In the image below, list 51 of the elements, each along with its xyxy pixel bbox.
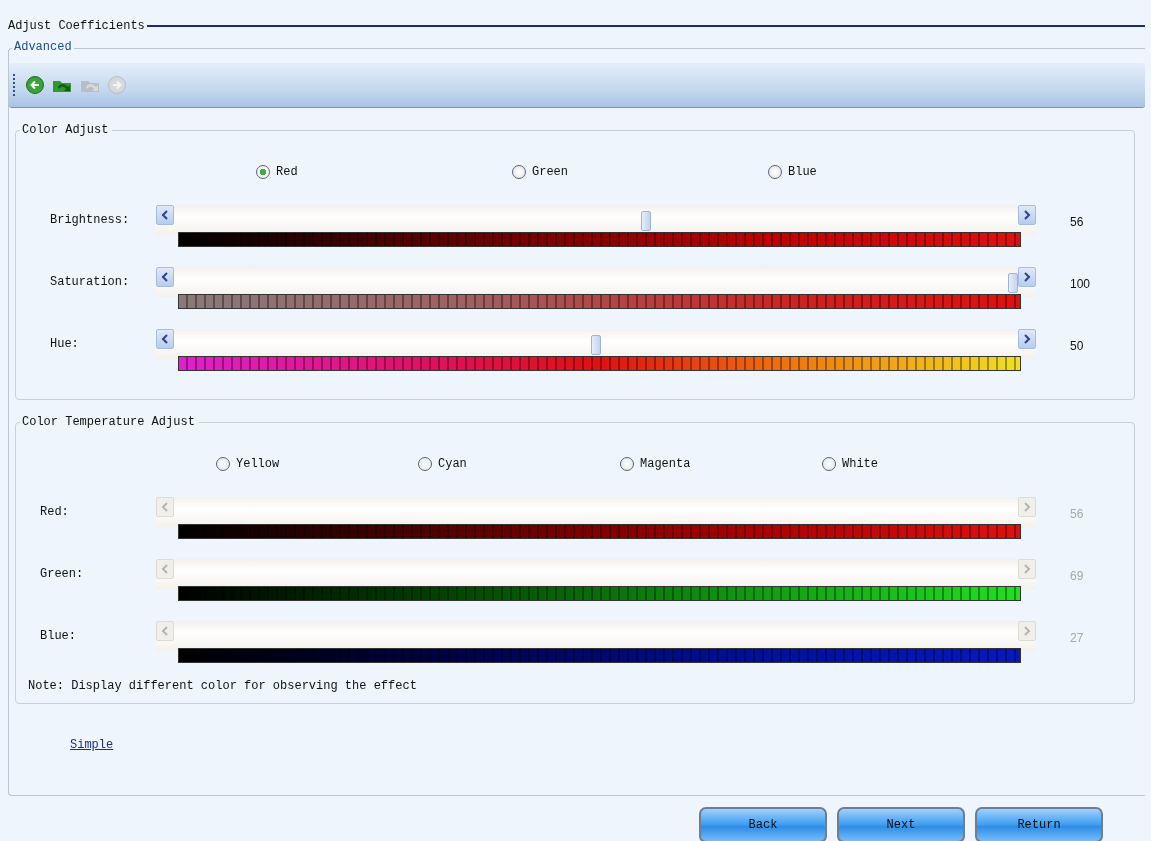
- radio-option[interactable]: White: [822, 457, 1024, 471]
- slider-label: Blue:: [39, 628, 77, 643]
- slider-value: 100: [1069, 276, 1092, 291]
- chevron-right-icon: [1023, 564, 1031, 574]
- slider[interactable]: [156, 205, 1036, 235]
- scroll-right-button[interactable]: [1018, 267, 1036, 287]
- slider-value: 27: [1069, 630, 1085, 645]
- scroll-left-button[interactable]: [156, 329, 174, 349]
- slider-label: Brightness:: [49, 212, 131, 227]
- chevron-left-icon: [161, 502, 169, 512]
- scroll-left-button[interactable]: [156, 267, 174, 287]
- slider-value: 56: [1069, 214, 1085, 229]
- chevron-left-icon: [161, 334, 169, 344]
- nav-button[interactable]: Return: [975, 807, 1103, 841]
- page-title: Adjust Coefficients: [8, 19, 145, 33]
- slider-value: 69: [1069, 568, 1085, 583]
- slider-label: Red:: [39, 504, 70, 519]
- note-text: Note: Display different color for observing the effect: [27, 679, 418, 695]
- nav-button[interactable]: Back: [699, 807, 827, 841]
- chevron-left-icon: [161, 564, 169, 574]
- simple-link[interactable]: Simple: [70, 738, 114, 752]
- chevron-left-icon: [161, 210, 169, 220]
- chevron-right-icon: [1023, 210, 1031, 220]
- radio-option[interactable]: Yellow: [216, 457, 418, 471]
- scroll-right-button[interactable]: [1018, 205, 1036, 225]
- slider-thumb[interactable]: [591, 335, 601, 355]
- group-title: Color Temperature Adjust: [20, 415, 199, 429]
- scroll-right-button[interactable]: [1018, 329, 1036, 349]
- group-title: Color Adjust: [20, 123, 113, 137]
- slider-value: 56: [1069, 506, 1085, 521]
- radio-option[interactable]: Cyan: [418, 457, 620, 471]
- slider[interactable]: [156, 267, 1036, 297]
- chevron-right-icon: [1023, 502, 1031, 512]
- slider[interactable]: [156, 329, 1036, 359]
- nav-button[interactable]: Next: [837, 807, 965, 841]
- radio-option[interactable]: Magenta: [620, 457, 822, 471]
- slider-label: Saturation:: [49, 274, 131, 289]
- chevron-right-icon: [1023, 334, 1031, 344]
- chevron-left-icon: [161, 626, 169, 636]
- scroll-left-button[interactable]: [156, 205, 174, 225]
- slider-thumb[interactable]: [1008, 273, 1018, 293]
- slider-label: Hue:: [49, 336, 80, 351]
- slider-thumb[interactable]: [641, 211, 652, 231]
- radio-option[interactable]: Green: [512, 165, 768, 179]
- slider-label: Green:: [39, 566, 85, 581]
- chevron-right-icon: [1023, 272, 1031, 282]
- radio-option[interactable]: Red: [256, 165, 512, 179]
- chevron-right-icon: [1023, 626, 1031, 636]
- chevron-left-icon: [161, 272, 169, 282]
- radio-option[interactable]: Blue: [768, 165, 1024, 179]
- slider-value: 50: [1069, 338, 1085, 353]
